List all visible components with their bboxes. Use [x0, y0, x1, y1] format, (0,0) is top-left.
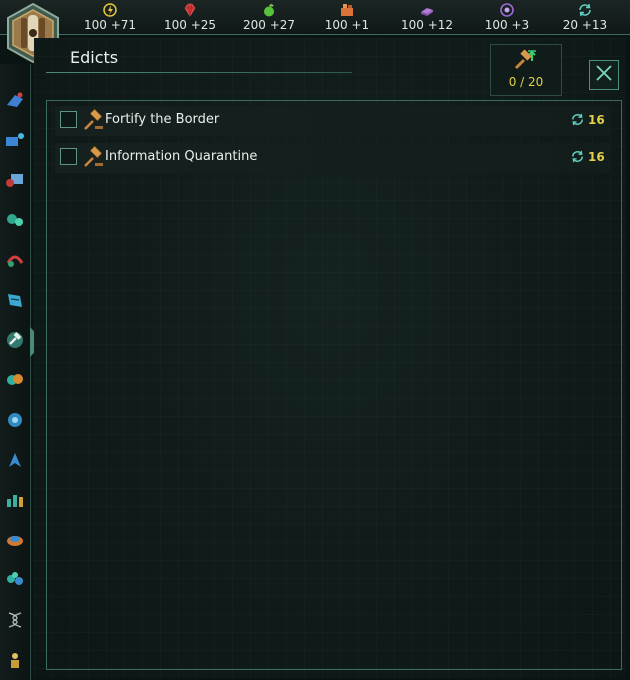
unity-icon: [570, 112, 585, 127]
influence-value: 100 +3: [484, 18, 530, 32]
gavel-icon: [82, 145, 104, 168]
edict-checkbox[interactable]: [60, 111, 77, 128]
resource-minerals[interactable]: 100 +25: [150, 0, 230, 34]
leaders-icon: [5, 651, 25, 673]
panel-title: Edicts: [70, 48, 119, 67]
influence-icon: [467, 2, 547, 18]
sidebar-species[interactable]: [4, 211, 26, 233]
genetics-icon: [5, 611, 25, 633]
unity-value: 20 +13: [562, 18, 608, 32]
resource-food[interactable]: 200 +27: [229, 0, 309, 34]
edict-cost: 16: [588, 150, 605, 164]
resource-unity[interactable]: 20 +13: [545, 0, 625, 34]
sidebar-policies[interactable]: [4, 411, 26, 433]
food-value: 200 +27: [242, 18, 296, 32]
energy-value: 100 +71: [83, 18, 137, 32]
sidebar-planets-list[interactable]: [4, 491, 26, 513]
species-icon: [5, 211, 25, 233]
traditions-icon: [5, 531, 25, 553]
fleets-icon: [5, 451, 25, 473]
sidebar-military-ships[interactable]: [4, 91, 26, 113]
edict-row[interactable]: Information Quarantine 16: [55, 143, 611, 173]
policies-icon: [5, 411, 25, 433]
sidebar-planets[interactable]: [4, 131, 26, 153]
technology-icon: [5, 571, 25, 593]
edict-name: Fortify the Border: [105, 112, 220, 127]
energy-icon: [70, 2, 150, 18]
market-icon: [5, 171, 25, 193]
close-button[interactable]: [589, 60, 619, 90]
title-divider: [46, 72, 352, 73]
alloys-value: 100 +12: [400, 18, 454, 32]
sidebar-technology[interactable]: [4, 571, 26, 593]
minerals-icon: [150, 2, 230, 18]
food-icon: [229, 2, 309, 18]
alloys-icon: [387, 2, 467, 18]
edict-name: Information Quarantine: [105, 149, 258, 164]
close-icon: [595, 64, 613, 86]
situation-log-icon: [5, 291, 25, 313]
military-ships-icon: [5, 91, 25, 113]
edict-row[interactable]: Fortify the Border 16: [55, 106, 611, 136]
minerals-value: 100 +25: [163, 18, 217, 32]
edict-cost: 16: [588, 113, 605, 127]
resource-influence[interactable]: 100 +3: [467, 0, 547, 34]
edict-capacity: 0 / 20: [490, 44, 562, 96]
factions-icon: [5, 371, 25, 393]
sidebar-genetics[interactable]: [4, 611, 26, 633]
unity-icon: [545, 2, 625, 18]
sidebar-traditions[interactable]: [4, 531, 26, 553]
edicts-list: Fortify the Border 16 Information Quaran…: [46, 100, 622, 670]
resource-consumer-goods[interactable]: 100 +1: [307, 0, 387, 34]
sidebar-edicts[interactable]: [4, 327, 44, 357]
left-sidebar: [0, 64, 44, 680]
gavel-icon: [82, 108, 104, 131]
edicts-icon: [5, 331, 25, 353]
sidebar-fleets[interactable]: [4, 451, 26, 473]
sidebar-situation-log[interactable]: [4, 291, 26, 313]
sidebar-leaders[interactable]: [4, 651, 26, 673]
consumer-goods-value: 100 +1: [324, 18, 370, 32]
sidebar-market[interactable]: [4, 171, 26, 193]
resource-alloys[interactable]: 100 +12: [387, 0, 467, 34]
edict-capacity-icon: [491, 49, 561, 73]
sidebar-factions[interactable]: [4, 371, 26, 393]
sidebar-contacts[interactable]: [4, 251, 26, 273]
resource-energy[interactable]: 100 +71: [70, 0, 150, 34]
contacts-icon: [5, 251, 25, 273]
edicts-panel: Edicts 0 / 20 Fortify the Border 16 Info…: [34, 38, 626, 678]
planets-icon: [5, 131, 25, 153]
consumer-goods-icon: [307, 2, 387, 18]
unity-icon: [570, 149, 585, 164]
planets-list-icon: [5, 491, 25, 513]
edict-capacity-value: 0 / 20: [508, 75, 544, 89]
edict-checkbox[interactable]: [60, 148, 77, 165]
resource-bar: 100 +71 100 +25 200 +27 100 +1 100 +12 1…: [0, 0, 630, 35]
